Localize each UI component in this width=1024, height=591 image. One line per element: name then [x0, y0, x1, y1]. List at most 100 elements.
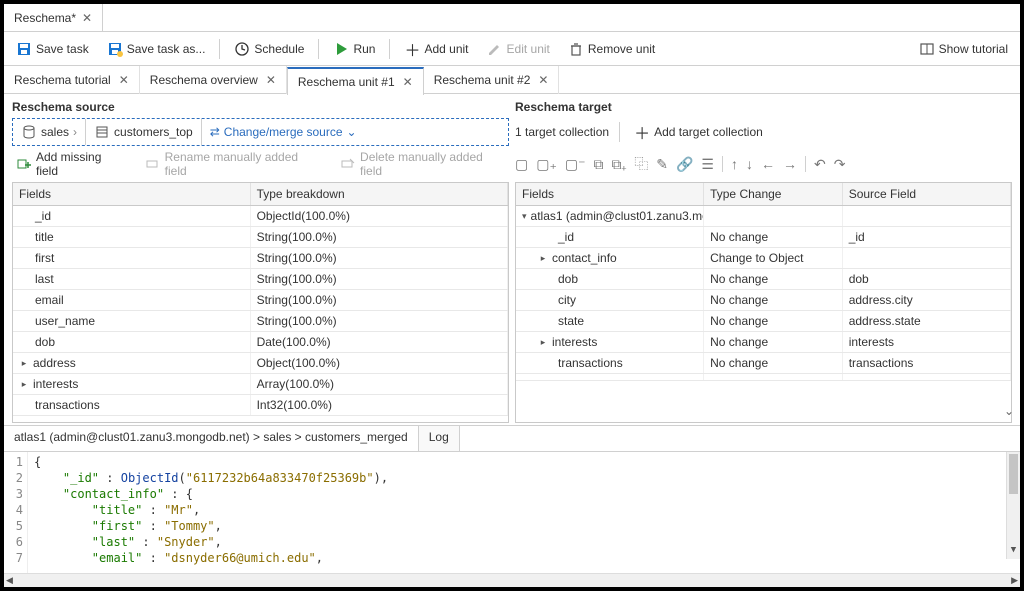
target-panel: Reschema target 1 target collection ＋ Ad… [515, 100, 1012, 423]
delete-field-icon [340, 156, 356, 172]
show-tutorial-button[interactable]: Show tutorial [915, 39, 1012, 59]
swap-icon: ⇄ [210, 125, 220, 139]
save-task-as-label: Save task as... [127, 42, 206, 56]
close-icon[interactable]: ✕ [82, 11, 92, 25]
table-row[interactable]: ▸interestsNo changeinterests [516, 332, 1011, 353]
document-tab[interactable]: Reschema overview✕ [140, 66, 287, 94]
target-grid-header: Fields Type Change Source Field [516, 183, 1011, 206]
edit-icon[interactable]: ✎ [656, 156, 668, 173]
table-row[interactable]: cityNo changeaddress.city [516, 290, 1011, 311]
source-fields-grid: Fields Type breakdown _idObjectId(100.0%… [12, 182, 509, 423]
table-row[interactable]: transactionsInt32(100.0%) [13, 395, 508, 416]
table-row[interactable]: emailString(100.0%) [13, 290, 508, 311]
col-source-field[interactable]: Source Field [843, 183, 1011, 205]
table-row[interactable]: firstString(100.0%) [13, 248, 508, 269]
close-icon[interactable]: ✕ [266, 73, 276, 87]
expander-icon[interactable]: ▸ [19, 358, 29, 369]
document-tabs: Reschema tutorial✕Reschema overview✕Resc… [4, 66, 1020, 94]
target-icon-toolbar: ▢ ▢₊ ▢⁻ ⧉ ⧉₊ ⿻ ✎ 🔗 ☰ ↑ ↓ ← → ↶ ↷ [515, 150, 1012, 178]
move-left-icon[interactable]: ← [761, 156, 775, 172]
field-name: transactions [35, 398, 100, 412]
separator [805, 156, 806, 172]
schedule-button[interactable]: Schedule [230, 39, 308, 59]
code-body[interactable]: { "_id" : ObjectId("6117232b64a833470f25… [28, 452, 1020, 573]
scroll-down-icon[interactable]: ▼ [1007, 545, 1020, 559]
undo-icon[interactable]: ↶ [814, 156, 826, 173]
field-name: transactions [558, 356, 623, 370]
table-row[interactable]: user_nameString(100.0%) [13, 311, 508, 332]
horizontal-scrollbar[interactable]: ◀ ▶ [4, 573, 1020, 587]
remove-field-icon[interactable]: ▢⁻ [565, 156, 586, 173]
table-row[interactable]: stateNo changeaddress.state [516, 311, 1011, 332]
save-task-as-button[interactable]: Save task as... [103, 39, 210, 59]
add-field-icon[interactable]: ▢ [515, 156, 528, 173]
chevron-down-icon[interactable]: ⌄ [1004, 404, 1014, 418]
field-type: String(100.0%) [251, 227, 508, 247]
separator [389, 39, 390, 59]
add-missing-field-button[interactable]: Add missing field [12, 148, 129, 180]
expander-icon[interactable]: ▾ [522, 211, 527, 222]
copy-icon[interactable]: ⧉ [593, 156, 603, 173]
source-grid-header: Fields Type breakdown [13, 183, 508, 206]
col-fields[interactable]: Fields [516, 183, 704, 205]
table-row[interactable]: transactionsNo changetransactions [516, 353, 1011, 374]
target-root-row[interactable]: ▾atlas1 (admin@clust01.zanu3.mongodb.net… [516, 206, 1011, 227]
run-button[interactable]: Run [329, 39, 379, 59]
close-icon[interactable]: ✕ [538, 73, 548, 87]
col-type-change[interactable]: Type Change [704, 183, 843, 205]
table-row[interactable]: lastString(100.0%) [13, 269, 508, 290]
expander-icon[interactable]: ▸ [19, 379, 29, 390]
move-up-icon[interactable]: ↑ [731, 156, 738, 172]
breadcrumb-collection-label: customers_top [114, 125, 193, 139]
scroll-right-icon[interactable]: ▶ [1011, 575, 1018, 586]
rename-field-label: Rename manually added field [165, 150, 320, 178]
table-row[interactable]: _idNo change_id [516, 227, 1011, 248]
output-path-tab[interactable]: atlas1 (admin@clust01.zanu3.mongodb.net)… [4, 426, 419, 451]
save-task-button[interactable]: Save task [12, 39, 93, 59]
target-top-row: 1 target collection ＋ Add target collect… [515, 118, 1012, 146]
table-row[interactable]: dobDate(100.0%) [13, 332, 508, 353]
close-icon[interactable]: ✕ [403, 75, 413, 89]
link-icon[interactable]: 🔗 [676, 156, 693, 173]
table-row[interactable]: ▸contact_infoChange to Object [516, 248, 1011, 269]
source-field: address.city [843, 290, 1011, 310]
col-fields[interactable]: Fields [13, 183, 251, 205]
add-target-collection-button[interactable]: ＋ Add target collection [630, 118, 767, 146]
duplicate-icon[interactable]: ⿻ [634, 154, 648, 174]
table-row[interactable]: ▸interestsArray(100.0%) [13, 374, 508, 395]
remove-unit-button[interactable]: Remove unit [564, 39, 659, 59]
col-type-breakdown[interactable]: Type breakdown [251, 183, 508, 205]
expander-icon[interactable]: ▸ [538, 253, 548, 264]
table-row[interactable]: dobNo changedob [516, 269, 1011, 290]
table-row[interactable]: _idObjectId(100.0%) [13, 206, 508, 227]
move-right-icon[interactable]: → [783, 156, 797, 172]
close-icon[interactable]: ✕ [119, 73, 129, 87]
document-tab[interactable]: Reschema unit #2✕ [424, 66, 560, 94]
document-tab[interactable]: Reschema tutorial✕ [4, 66, 140, 94]
document-tab[interactable]: Reschema unit #1 ✕ [287, 67, 424, 95]
field-name: user_name [35, 314, 95, 328]
target-fields-grid: Fields Type Change Source Field ▾atlas1 … [515, 182, 1012, 423]
scrollbar-thumb[interactable] [1009, 454, 1018, 494]
field-name: dob [35, 335, 55, 349]
vertical-scrollbar[interactable]: ▲ ▼ [1006, 452, 1020, 559]
tree-icon[interactable]: ☰ [701, 156, 714, 173]
title-tab[interactable]: Reschema* ✕ [4, 4, 103, 32]
move-down-icon[interactable]: ↓ [746, 156, 753, 172]
table-row[interactable]: ▸addressObject(100.0%) [13, 353, 508, 374]
schedule-label: Schedule [254, 42, 304, 56]
add-unit-button[interactable]: ＋ Add unit [400, 35, 472, 63]
scroll-left-icon[interactable]: ◀ [6, 575, 13, 586]
add-field-plus-icon[interactable]: ▢₊ [536, 156, 557, 173]
breadcrumb-db[interactable]: sales › [13, 119, 86, 145]
breadcrumb-collection[interactable]: customers_top [86, 119, 202, 145]
paste-icon[interactable]: ⧉₊ [611, 156, 626, 173]
change-merge-source-button[interactable]: ⇄ Change/merge source ⌄ [202, 119, 365, 145]
document-tab-label: Reschema unit #1 [298, 75, 395, 89]
redo-icon[interactable]: ↷ [834, 156, 846, 173]
source-field: transactions [843, 353, 1011, 373]
output-log-tab[interactable]: Log [419, 426, 460, 451]
expander-icon[interactable]: ▸ [538, 337, 548, 348]
clock-icon [234, 41, 250, 57]
table-row[interactable]: titleString(100.0%) [13, 227, 508, 248]
